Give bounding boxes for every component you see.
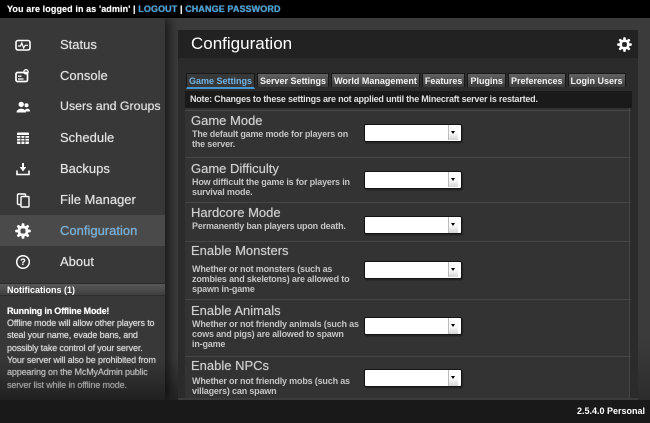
svg-text:?: ?	[20, 257, 26, 267]
